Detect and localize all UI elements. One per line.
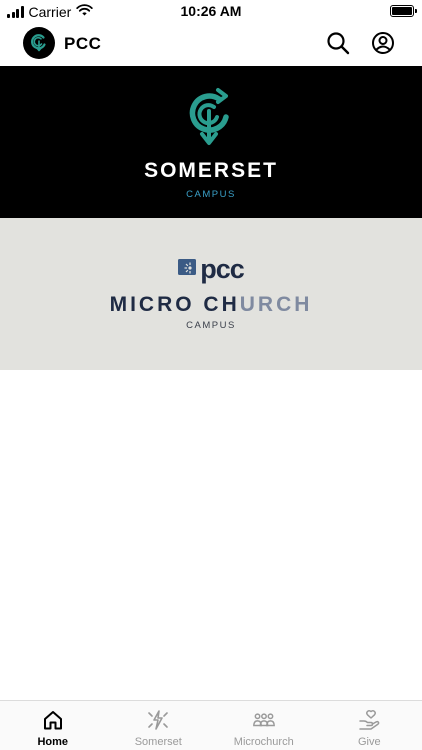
account-icon[interactable]: [371, 31, 395, 55]
search-icon[interactable]: [326, 31, 350, 55]
microchurch-campus-card[interactable]: pcc MICRO CHURCH CAMPUS: [0, 218, 422, 370]
somerset-logo-icon: [188, 86, 234, 155]
pcc-logo-icon[interactable]: [23, 27, 55, 59]
tab-microchurch[interactable]: Microchurch: [211, 701, 317, 750]
app-header: PCC: [0, 22, 422, 66]
pcc-brand-text: pcc: [200, 254, 245, 284]
somerset-campus-card[interactable]: SOMERSET CAMPUS: [0, 66, 422, 218]
microchurch-icon: [252, 708, 276, 732]
status-time: 10:26 AM: [180, 3, 242, 19]
tab-give-label: Give: [357, 736, 381, 748]
microchurch-campus-subtitle: CAMPUS: [186, 320, 236, 331]
somerset-icon: [146, 708, 170, 732]
pcc-brand-logo: pcc: [178, 254, 245, 284]
tab-home[interactable]: Home: [0, 701, 106, 750]
tab-microchurch-label: Microchurch: [233, 736, 294, 748]
tab-somerset-label: Somerset: [134, 736, 182, 748]
pcc-mark-icon: [178, 257, 198, 282]
tab-bar: Home Somerset Microchurch Give: [0, 700, 422, 750]
app-title: PCC: [64, 34, 102, 53]
status-bar: Carrier 10:26 AM: [0, 0, 422, 22]
microchurch-campus-name: MICRO CHURCH: [109, 293, 313, 316]
tab-somerset[interactable]: Somerset: [106, 701, 212, 750]
battery-icon: [390, 5, 417, 17]
somerset-campus-subtitle: CAMPUS: [186, 189, 236, 200]
somerset-campus-name: SOMERSET: [144, 159, 278, 182]
home-icon: [41, 708, 65, 732]
tab-home-label: Home: [37, 736, 69, 748]
give-icon: [357, 708, 381, 732]
tab-give[interactable]: Give: [317, 701, 422, 750]
